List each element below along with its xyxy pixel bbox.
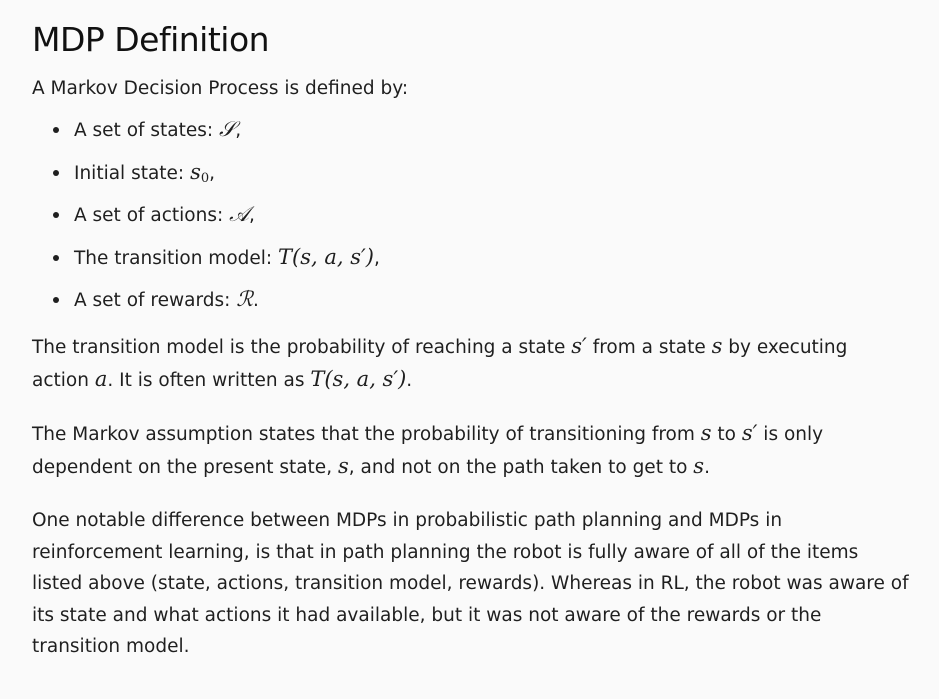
list-item-transition-model: The transition model: T(s, a, s′), bbox=[32, 244, 909, 270]
math-a: a bbox=[94, 366, 108, 391]
text-run: . bbox=[406, 369, 413, 391]
definition-list: A set of states: 𝒮, Initial state: s0, A… bbox=[32, 116, 909, 312]
math-s: s bbox=[190, 159, 201, 184]
bullet-icon bbox=[53, 127, 59, 133]
list-item-punct: . bbox=[253, 290, 259, 311]
math-s: s bbox=[693, 453, 705, 478]
list-item-punct: , bbox=[209, 162, 216, 184]
math-s: s bbox=[711, 334, 723, 358]
text-run: . bbox=[704, 456, 710, 478]
list-item-punct: , bbox=[248, 205, 255, 226]
math-s-prime: s′ bbox=[741, 421, 758, 445]
math-s: s bbox=[700, 421, 712, 445]
document-page: MDP Definition A Markov Decision Process… bbox=[0, 0, 939, 699]
list-item-states: A set of states: 𝒮, bbox=[32, 116, 909, 142]
text-run: to bbox=[711, 424, 742, 445]
bullet-icon bbox=[53, 254, 59, 261]
paragraph-transition-model: The transition model is the probability … bbox=[32, 331, 909, 396]
bullet-icon bbox=[53, 212, 59, 218]
list-item-actions: A set of actions: 𝒜, bbox=[32, 201, 909, 227]
math-rewards-symbol: ℛ bbox=[236, 287, 253, 311]
list-item-text: The transition model: bbox=[74, 247, 279, 269]
text-run: . It is often written as bbox=[107, 369, 311, 391]
paragraph-markov-assumption: The Markov assumption states that the pr… bbox=[32, 418, 909, 483]
list-item-punct: , bbox=[373, 247, 380, 269]
text-run: The Markov assumption states that the pr… bbox=[32, 424, 701, 445]
bullet-icon bbox=[53, 169, 59, 176]
math-transition-formula: T(s, a, s′) bbox=[310, 366, 407, 391]
math-s: s bbox=[337, 453, 349, 478]
bullet-icon bbox=[53, 297, 59, 303]
list-item-text: A set of actions: bbox=[74, 205, 230, 226]
text-run: from a state bbox=[586, 337, 712, 358]
page-title: MDP Definition bbox=[32, 20, 270, 59]
list-item-rewards: A set of rewards: ℛ. bbox=[32, 286, 909, 312]
list-item-text: A set of rewards: bbox=[74, 290, 237, 311]
list-item-initial-state: Initial state: s0, bbox=[32, 159, 909, 186]
list-item-text: A set of states: bbox=[74, 120, 220, 141]
intro-text: A Markov Decision Process is defined by: bbox=[32, 78, 409, 99]
math-initial-state: s0 bbox=[190, 159, 210, 186]
math-states-symbol: 𝒮 bbox=[219, 117, 236, 141]
math-subscript: 0 bbox=[200, 170, 210, 186]
math-actions-symbol: 𝒜 bbox=[229, 202, 249, 226]
list-item-punct: , bbox=[235, 120, 242, 141]
text-run: , and not on the path taken to get to bbox=[348, 456, 694, 478]
math-transition-model: T(s, a, s′) bbox=[278, 244, 374, 269]
math-s-prime: s′ bbox=[571, 334, 587, 358]
list-item-text: Initial state: bbox=[74, 162, 191, 184]
text-run: The transition model is the probability … bbox=[32, 337, 572, 358]
paragraph-rl-difference: One notable difference between MDPs in p… bbox=[32, 510, 909, 657]
